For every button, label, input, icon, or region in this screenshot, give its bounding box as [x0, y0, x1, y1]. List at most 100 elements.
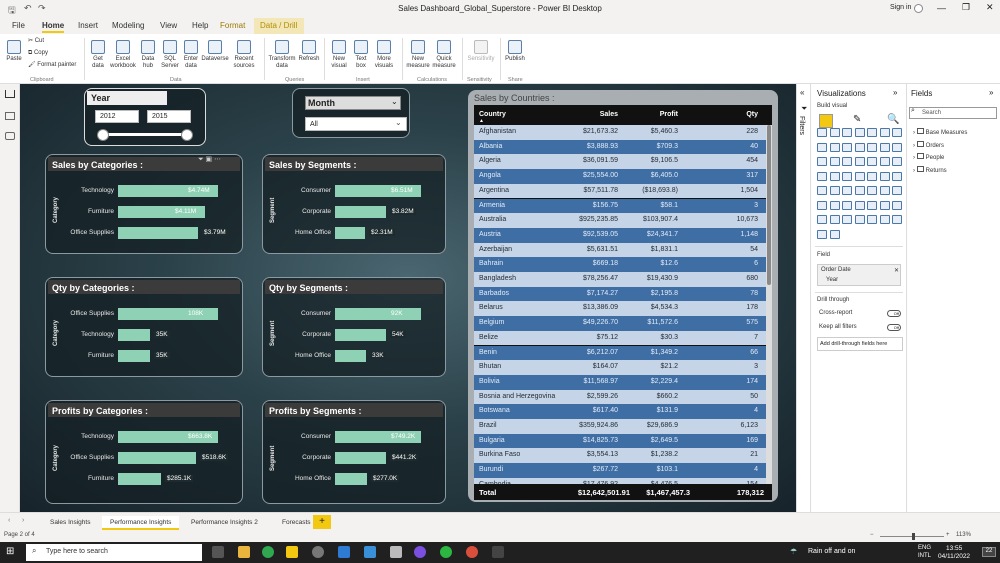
bar[interactable] — [335, 452, 386, 464]
format-visual-icon[interactable]: ✎ — [853, 114, 861, 125]
publish-button[interactable]: Publish — [504, 40, 526, 63]
weather-text[interactable]: Rain off and on — [808, 548, 855, 555]
visual-type-icon[interactable] — [854, 157, 865, 166]
page-tab[interactable]: Sales Insights — [42, 516, 98, 530]
clock-time[interactable]: 13:55 — [946, 545, 962, 552]
visual-type-icon[interactable] — [892, 128, 902, 137]
table-row[interactable]: Bahrain $669.18 $12.6 6 — [474, 257, 766, 272]
visual-type-icon[interactable] — [892, 157, 902, 166]
recent-sources-button[interactable]: Recent sources — [230, 40, 258, 70]
transform-data-button[interactable]: Transform data — [268, 40, 296, 70]
sign-in-link[interactable]: Sign in — [890, 4, 911, 11]
table-row[interactable]: Brazil $359,924.86 $29,686.9 6,123 — [474, 419, 766, 434]
visual-type-icon[interactable] — [892, 186, 902, 195]
analytics-icon[interactable]: 🔍 — [887, 114, 899, 125]
messenger-icon[interactable] — [414, 546, 426, 558]
field-table-item[interactable]: › Returns — [913, 165, 947, 174]
format-painter-button[interactable]: 🖌 Format painter — [28, 62, 76, 69]
vscode-icon[interactable] — [338, 546, 350, 558]
redo-icon[interactable]: ↷ — [38, 3, 46, 14]
table-row[interactable]: Belarus $13,386.09 $4,534.3 178 — [474, 301, 766, 317]
visual-type-icon[interactable] — [892, 200, 902, 210]
field-well[interactable]: Order Date Year ✕ — [817, 264, 901, 286]
data-view-icon[interactable] — [5, 112, 15, 120]
add-drill-through-well[interactable]: Add drill-through fields here — [817, 337, 903, 351]
whatsapp-icon[interactable] — [440, 546, 452, 558]
tab-view[interactable]: View — [160, 21, 177, 30]
table-row[interactable]: Bosnia and Herzegovina $2,599.26 $660.2 50 — [474, 389, 766, 405]
undo-icon[interactable]: ↶ — [24, 3, 32, 14]
month-dropdown[interactable]: All — [305, 117, 407, 131]
quick-measure-button[interactable]: Quick measure — [432, 40, 456, 70]
bar[interactable] — [335, 227, 365, 239]
model-view-icon[interactable] — [5, 132, 15, 140]
visual-type-icon[interactable] — [867, 186, 877, 195]
prev-page-icon[interactable]: ‹ — [8, 517, 10, 524]
year-range-start-handle[interactable] — [97, 129, 109, 141]
visual-type-icon[interactable] — [879, 186, 890, 195]
chart-card[interactable]: Sales by Categories : Category Technology… — [45, 154, 243, 254]
table-row[interactable]: Barbados $7,174.27 $2,195.8 78 — [474, 286, 766, 302]
chrome-icon[interactable] — [262, 546, 274, 558]
sensitivity-button[interactable]: Sensitivity — [466, 40, 496, 63]
chart-card[interactable]: Qty by Categories : Category Office Suppl… — [45, 277, 243, 377]
cut-button[interactable]: ✂ Cut — [28, 38, 44, 45]
table-row[interactable]: Belize $75.12 $30.3 7 — [474, 330, 766, 346]
tab-home[interactable]: Home — [42, 21, 65, 33]
visual-type-icon[interactable] — [817, 186, 827, 195]
zoom-minus[interactable]: − — [870, 532, 874, 538]
close-icon[interactable]: ✕ — [986, 2, 994, 13]
save-icon[interactable]: 🖫 — [8, 3, 16, 19]
page-tab[interactable]: Performance Insights 2 — [183, 516, 266, 530]
clock-date[interactable]: 04/11/2022 — [938, 553, 970, 560]
bar[interactable] — [118, 350, 150, 362]
visual-type-icon[interactable] — [829, 186, 840, 195]
more-visuals-button[interactable]: More visuals — [372, 40, 396, 70]
year-from-input[interactable]: 2012 — [95, 110, 139, 123]
table-row[interactable]: Bolivia $11,568.97 $2,229.4 174 — [474, 374, 766, 390]
page-tab[interactable]: Forecasts — [274, 516, 319, 530]
task-view-icon[interactable] — [212, 546, 224, 558]
visual-type-icon[interactable] — [867, 171, 877, 181]
text-box-button[interactable]: Text box — [352, 40, 370, 70]
col-sales[interactable]: Sales — [600, 111, 618, 118]
build-visual-icon[interactable] — [819, 114, 833, 128]
col-country[interactable]: Country — [479, 111, 506, 118]
table-row[interactable]: Botswana $617.40 $131.9 4 — [474, 404, 766, 419]
chart-card[interactable]: Sales by Segments : Segment Consumer $6.51… — [262, 154, 446, 254]
table-row[interactable]: Benin $6,212.07 $1,349.2 66 — [474, 345, 766, 361]
notification-badge[interactable]: 22 — [982, 547, 996, 557]
table-row[interactable]: Bulgaria $14,825.73 $2,649.5 169 — [474, 433, 766, 449]
keep-all-filters-toggle[interactable]: Off — [887, 324, 901, 331]
new-visual-button[interactable]: New visual — [328, 40, 350, 70]
table-row[interactable]: Algeria $36,091.59 $9,106.5 454 — [474, 154, 766, 170]
table-row[interactable]: Argentina $57,511.78 ($18,693.8) 1,504 — [474, 183, 766, 199]
visual-type-icon[interactable] — [829, 142, 840, 152]
col-qty[interactable]: Qty — [746, 111, 758, 118]
month-slicer[interactable]: Month ⌄ All ⌄ — [292, 88, 410, 138]
next-page-icon[interactable]: › — [22, 517, 24, 524]
excel-workbook-button[interactable]: Excel workbook — [110, 40, 136, 70]
get-data-button[interactable]: Get data — [88, 40, 108, 70]
tab-format[interactable]: Format — [220, 21, 245, 30]
table-row[interactable]: Austria $92,539.05 $24,341.7 1,148 — [474, 227, 766, 243]
visual-type-icon[interactable] — [817, 215, 827, 224]
visual-type-icon[interactable] — [879, 142, 890, 152]
visual-type-icon[interactable] — [854, 215, 865, 224]
visual-type-icon[interactable] — [854, 200, 865, 210]
collapse-icon[interactable]: » — [893, 88, 897, 97]
visual-type-icon[interactable] — [867, 142, 877, 152]
visual-type-icon[interactable] — [829, 128, 840, 137]
tab-insert[interactable]: Insert — [78, 21, 98, 30]
visual-type-icon[interactable] — [842, 186, 852, 195]
table-row[interactable]: Burkina Faso $3,554.13 $1,238.2 21 — [474, 448, 766, 464]
table-row[interactable]: Afghanistan $21,673.32 $5,460.3 228 — [474, 125, 766, 140]
cross-report-toggle[interactable]: Off — [887, 310, 901, 317]
year-slicer[interactable]: Year 2012 2015 — [84, 88, 206, 146]
visual-header-icons[interactable]: ⏷ ▣ ⋯ — [198, 155, 221, 164]
visual-type-icon[interactable] — [842, 157, 852, 166]
visual-type-icon[interactable] — [879, 157, 890, 166]
table-scrollbar[interactable] — [766, 125, 772, 484]
year-to-input[interactable]: 2015 — [147, 110, 191, 123]
sql-server-button[interactable]: SQL Server — [160, 40, 180, 70]
